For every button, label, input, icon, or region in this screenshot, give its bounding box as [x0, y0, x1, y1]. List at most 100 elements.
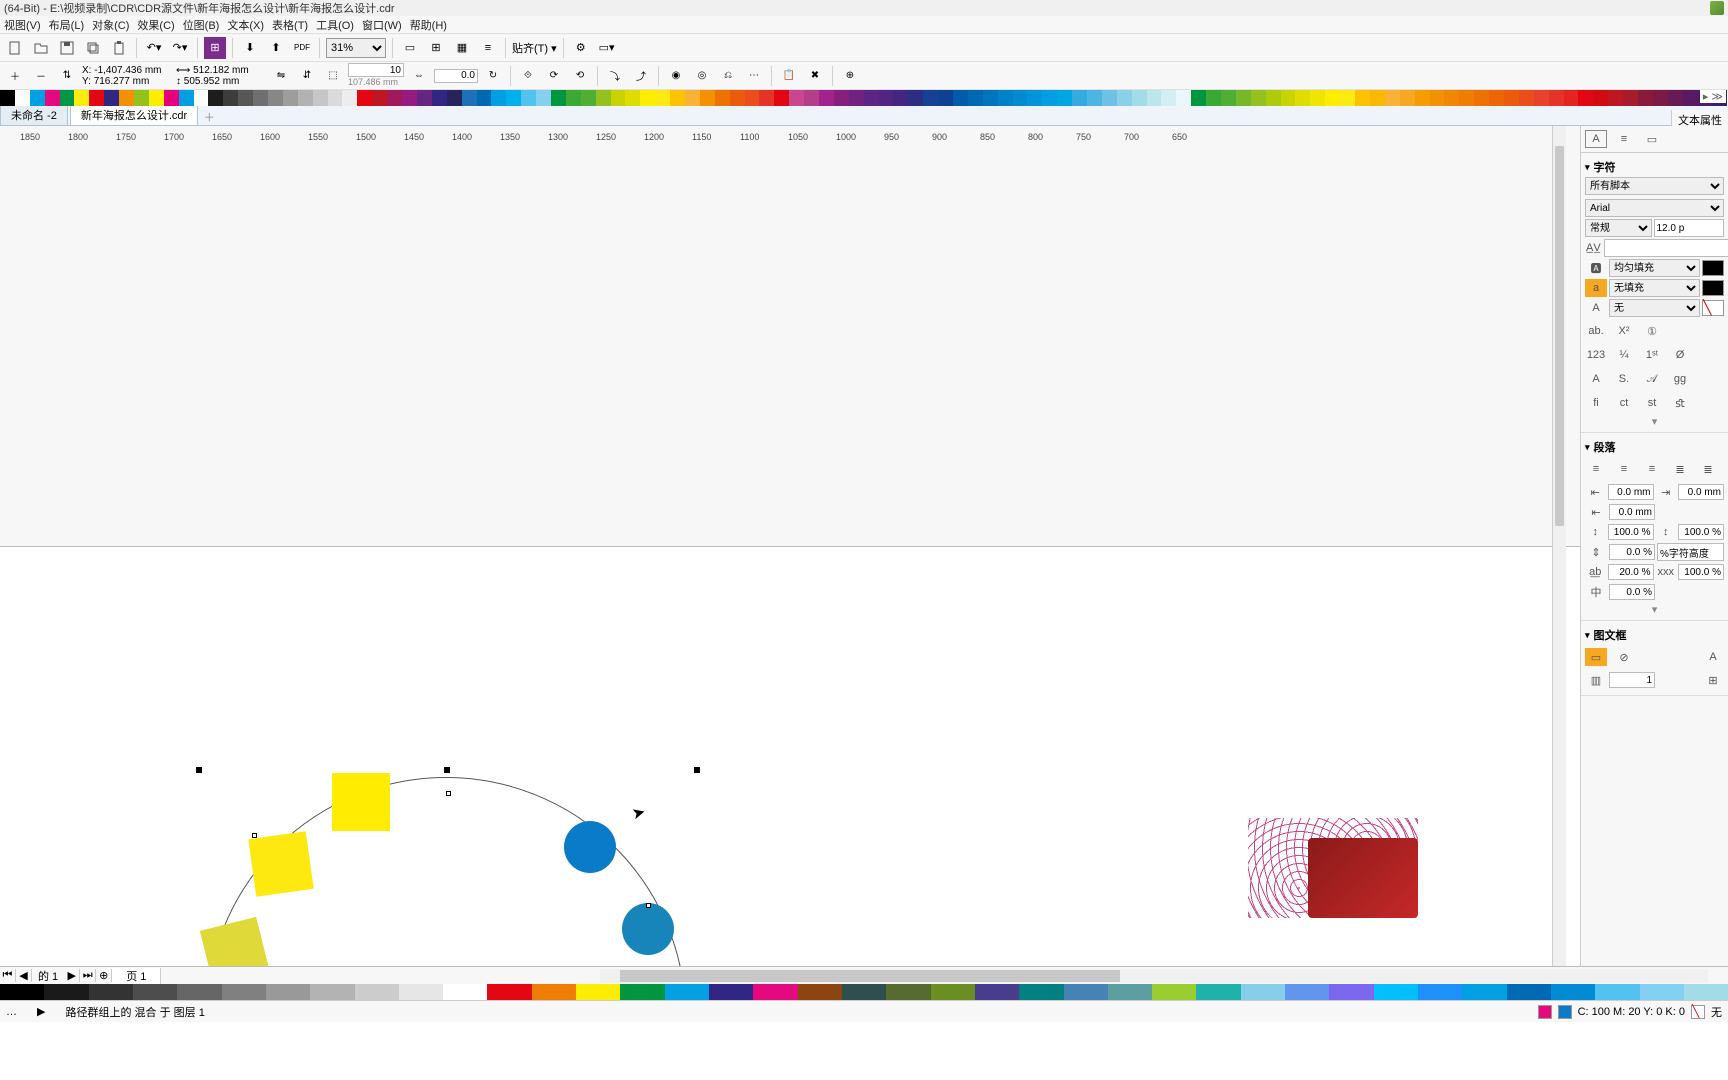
menu-item[interactable]: 窗口(W) [362, 17, 402, 33]
color-swatch[interactable] [938, 90, 953, 106]
color-swatch[interactable] [357, 90, 372, 106]
color-swatch[interactable] [1064, 984, 1108, 1000]
fill-mode-select[interactable]: 均匀填充 [1609, 259, 1700, 277]
color-swatch[interactable] [1019, 984, 1063, 1000]
outline-none-swatch[interactable]: ╲ [1691, 1005, 1705, 1019]
swap-dim-icon[interactable]: ⇅ [56, 65, 78, 87]
color-swatch[interactable] [759, 90, 774, 106]
color-swatch[interactable] [1519, 90, 1534, 106]
color-swatch[interactable] [1206, 90, 1221, 106]
color-swatch[interactable] [923, 90, 938, 106]
color-swatch[interactable] [566, 90, 581, 106]
frame-none-icon[interactable]: ⊘ [1613, 648, 1635, 666]
color-swatch[interactable] [119, 90, 134, 106]
ccw-blend-icon[interactable]: ⟲ [569, 65, 591, 87]
color-swatch[interactable] [886, 984, 930, 1000]
color-swatch[interactable] [1310, 90, 1325, 106]
color-swatch[interactable] [310, 984, 354, 1000]
menu-item[interactable]: 文本(X) [227, 17, 264, 33]
color-swatch[interactable] [1285, 984, 1329, 1000]
color-swatch[interactable] [1430, 90, 1445, 106]
color-swatch[interactable] [355, 984, 399, 1000]
ordinals-icon[interactable]: 1ˢᵗ [1641, 346, 1663, 364]
prev-page-icon[interactable]: ◀ [16, 969, 32, 982]
color-swatch[interactable] [164, 90, 179, 106]
first-line-input[interactable] [1609, 504, 1655, 520]
color-swatch[interactable] [1640, 984, 1684, 1000]
accel-object-icon[interactable]: ⤵ [604, 65, 626, 87]
zoom-select[interactable]: 31% [326, 38, 386, 58]
color-swatch[interactable] [1072, 90, 1087, 106]
color-swatch[interactable] [953, 90, 968, 106]
color-swatch[interactable] [1608, 90, 1623, 106]
indent-right-input[interactable] [1678, 484, 1724, 500]
color-swatch[interactable] [15, 90, 30, 106]
color-swatch[interactable] [1418, 984, 1462, 1000]
section-character[interactable]: 字符 [1585, 157, 1724, 177]
numerals-icon[interactable]: 123 [1585, 346, 1607, 364]
color-swatch[interactable] [655, 90, 670, 106]
options-icon[interactable]: ⚙ [570, 37, 592, 59]
color-swatch[interactable] [1684, 984, 1728, 1000]
color-swatch[interactable] [399, 984, 443, 1000]
color-swatch[interactable] [417, 90, 432, 106]
mirror-h-icon[interactable]: ⇋ [270, 65, 292, 87]
section-frame[interactable]: 图文框 [1585, 625, 1724, 645]
color-swatch[interactable] [104, 90, 119, 106]
color-swatch[interactable] [179, 90, 194, 106]
pdf-icon[interactable]: PDF [291, 37, 313, 59]
color-swatch[interactable] [620, 984, 664, 1000]
bg-mode-select[interactable]: 无 [1609, 299, 1700, 317]
blend-spacing-icon[interactable]: ⇔ [408, 65, 430, 87]
ligature-fi-icon[interactable]: fi [1585, 394, 1607, 412]
blend-steps-input[interactable] [348, 63, 404, 77]
color-swatch[interactable] [1147, 90, 1162, 106]
color-swatch[interactable] [177, 984, 221, 1000]
color-swatch[interactable] [576, 984, 620, 1000]
align-right-icon[interactable]: ≡ [1641, 460, 1663, 478]
font-select[interactable]: Arial [1585, 199, 1724, 217]
color-swatch[interactable] [819, 90, 834, 106]
color-swatch[interactable] [893, 90, 908, 106]
color-swatch[interactable] [730, 90, 745, 106]
selection-handle[interactable] [694, 767, 700, 773]
color-swatch[interactable] [1241, 984, 1285, 1000]
direct-blend-icon[interactable]: ⟐ [517, 65, 539, 87]
color-swatch[interactable] [774, 90, 789, 106]
grid-icon[interactable]: ▦ [451, 37, 473, 59]
color-swatch[interactable] [74, 90, 89, 106]
color-swatch[interactable] [640, 90, 655, 106]
ligature-misc-icon[interactable]: ﬆ [1669, 394, 1691, 412]
color-swatch[interactable] [0, 90, 15, 106]
end-obj-icon[interactable]: ◎ [691, 65, 713, 87]
color-swatch[interactable] [283, 90, 298, 106]
color-swatch[interactable] [1087, 90, 1102, 106]
add-page-icon[interactable]: ⊕ [96, 969, 112, 982]
color-swatch[interactable] [670, 90, 685, 106]
path-prop-icon[interactable]: ⎌ [717, 65, 739, 87]
weight-select[interactable]: 常规 [1585, 219, 1652, 237]
color-swatch[interactable] [208, 90, 223, 106]
section-paragraph[interactable]: 段落 [1585, 437, 1724, 457]
color-swatch[interactable] [194, 90, 209, 106]
subscript-icon[interactable]: ab. [1585, 322, 1607, 340]
color-swatch[interactable] [1191, 90, 1206, 106]
next-page-icon[interactable]: ▶ [64, 969, 80, 982]
color-swatch[interactable] [975, 984, 1019, 1000]
ordinal-icon[interactable]: ① [1641, 322, 1663, 340]
color-swatch[interactable] [745, 90, 760, 106]
ligature-ct-icon[interactable]: ct [1613, 394, 1635, 412]
color-swatch[interactable] [625, 90, 640, 106]
char-spacing-input[interactable] [1608, 564, 1654, 580]
color-swatch[interactable] [1329, 984, 1373, 1000]
rulers-icon[interactable]: ⊞ [425, 37, 447, 59]
blend-circle[interactable] [564, 821, 616, 873]
color-swatch[interactable] [1370, 90, 1385, 106]
color-swatch[interactable] [1374, 984, 1418, 1000]
menu-item[interactable]: 表格(T) [272, 17, 308, 33]
blend-direct-icon[interactable]: ⬚ [322, 65, 344, 87]
color-swatch[interactable] [789, 90, 804, 106]
color-swatch[interactable] [804, 90, 819, 106]
color-swatch[interactable] [1400, 90, 1415, 106]
color-swatch[interactable] [1462, 984, 1506, 1000]
